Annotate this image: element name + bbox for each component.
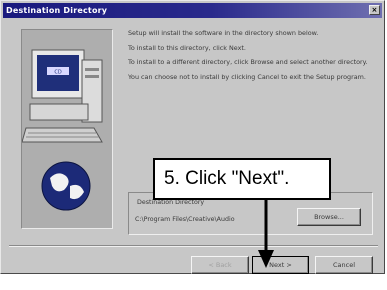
back-button[interactable]: < Back — [191, 256, 249, 274]
instructions: Setup will install the software in the d… — [128, 29, 368, 87]
setup-illustration: CD — [21, 29, 113, 229]
destination-path: C:\Program Files\Creative\Audio — [135, 216, 235, 223]
instruction-callout: 5. Click "Next". — [153, 158, 331, 200]
close-icon: × — [371, 6, 378, 14]
instruction-line: You can choose not to install by clickin… — [128, 72, 366, 81]
instruction-line: Setup will install the software in the d… — [128, 29, 319, 37]
setup-dialog: Destination Directory × CD Setup will in… — [0, 0, 385, 274]
title-bar: Destination Directory × — [3, 3, 382, 18]
destination-group-label: Destination Directory — [135, 199, 207, 206]
globe-icon — [41, 161, 91, 211]
divider — [9, 245, 378, 247]
arrow-down-icon — [258, 200, 274, 268]
instruction-line: To install to this directory, click Next… — [128, 43, 246, 52]
callout-text: 5. Click "Next". — [164, 168, 290, 189]
close-button[interactable]: × — [369, 5, 380, 15]
svg-text:CD: CD — [54, 70, 61, 76]
browse-button[interactable]: Browse... — [297, 208, 361, 226]
cancel-button[interactable]: Cancel — [315, 256, 373, 274]
window-title: Destination Directory — [6, 6, 108, 15]
instruction-line: To install to a different directory, cli… — [128, 58, 368, 67]
